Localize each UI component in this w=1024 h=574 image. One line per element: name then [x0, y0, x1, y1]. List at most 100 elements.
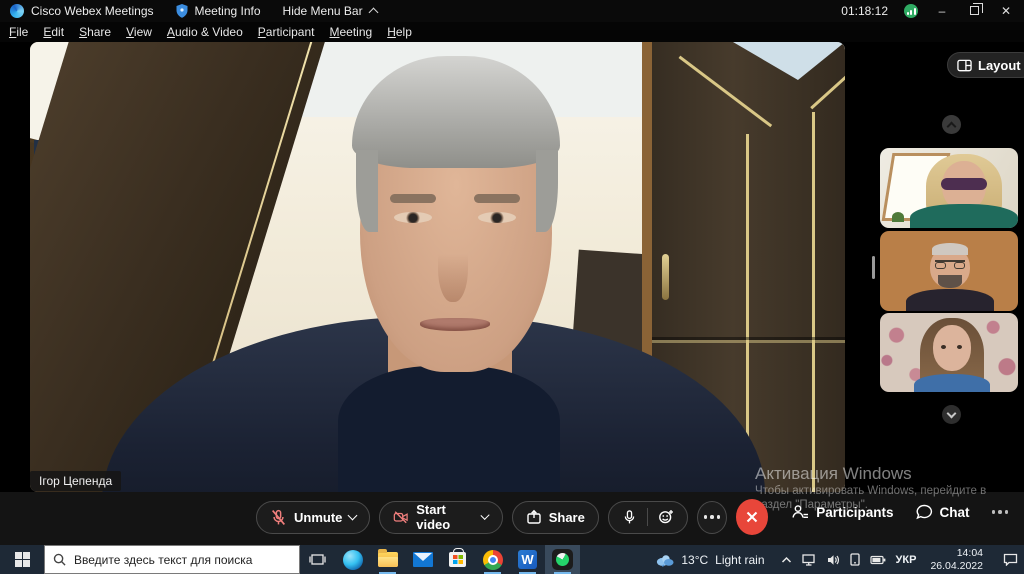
menu-help[interactable]: Help [387, 25, 412, 39]
webex-icon [552, 549, 573, 570]
task-view-icon [309, 552, 326, 567]
window-titlebar: Cisco Webex Meetings Meeting Info Hide M… [0, 0, 1024, 22]
participant-thumbnail-2[interactable] [880, 231, 1018, 311]
speaker-turtleneck [338, 366, 560, 492]
unmute-options-chevron-icon[interactable] [348, 511, 358, 521]
unmute-label: Unmute [294, 510, 342, 525]
weather-desc: Light rain [715, 553, 764, 567]
menu-meeting[interactable]: Meeting [330, 25, 373, 39]
taskbar-search-box[interactable] [44, 545, 300, 574]
meeting-control-bar: Unmute Start video Share [0, 492, 1024, 545]
recorder-microphone-icon[interactable] [622, 509, 637, 525]
action-center-icon[interactable] [1003, 553, 1018, 566]
close-button[interactable]: ✕ [998, 4, 1014, 18]
participant-thumbnail-3[interactable] [880, 313, 1018, 392]
language-indicator[interactable]: УКР [896, 554, 917, 566]
reactions-smiley-icon[interactable] [658, 509, 674, 525]
chat-label: Chat [940, 505, 970, 520]
speaker-eyebrow-left [390, 194, 436, 203]
thumbnails-scroll-down-button[interactable] [942, 405, 961, 424]
edge-icon [343, 550, 363, 570]
chat-bubble-icon [916, 504, 933, 520]
panel-more-options-button[interactable] [992, 510, 1009, 514]
taskbar-edge[interactable] [335, 545, 370, 574]
windows-taskbar: W 13°C Light rain УКР [0, 545, 1024, 574]
taskbar-file-explorer[interactable] [370, 545, 405, 574]
chrome-icon [483, 550, 503, 570]
mail-icon [413, 552, 433, 567]
wardrobe-handle [662, 254, 669, 300]
volume-icon[interactable] [827, 554, 840, 566]
connection-quality-icon [904, 4, 918, 18]
thumbnail1-person-top [910, 204, 1018, 228]
share-label: Share [549, 510, 585, 525]
hide-menu-bar-button[interactable]: Hide Menu Bar [283, 4, 377, 18]
menu-participant[interactable]: Participant [258, 25, 315, 39]
more-options-button[interactable] [697, 501, 727, 534]
video-options-chevron-icon[interactable] [481, 511, 490, 520]
menu-view[interactable]: View [126, 25, 152, 39]
speaker-eye-right [478, 212, 516, 223]
clock[interactable]: 14:04 26.04.2022 [930, 547, 983, 572]
share-button[interactable]: Share [512, 501, 599, 534]
menu-bar: File Edit Share View Audio & Video Parti… [0, 22, 1024, 42]
restore-button[interactable] [966, 4, 982, 18]
speaker-eye-left [394, 212, 432, 223]
thumbnail-scrollbar[interactable] [872, 256, 875, 279]
taskbar-mail[interactable] [405, 545, 440, 574]
menu-file[interactable]: File [9, 25, 28, 39]
start-button[interactable] [0, 545, 44, 574]
menu-audio-video[interactable]: Audio & Video [167, 25, 243, 39]
hide-menu-bar-label: Hide Menu Bar [283, 4, 363, 18]
device-icon[interactable] [850, 553, 860, 566]
taskbar-chrome[interactable] [475, 545, 510, 574]
start-video-button[interactable]: Start video [379, 501, 502, 534]
webex-logo-icon [10, 4, 24, 18]
task-view-button[interactable] [300, 545, 335, 574]
layout-button-label: Layout [978, 58, 1021, 73]
search-input[interactable] [74, 553, 274, 567]
ellipsis-icon [704, 515, 721, 519]
taskbar-store[interactable] [440, 545, 475, 574]
meeting-timer: 01:18:12 [841, 4, 888, 18]
audio-reactions-group [608, 501, 688, 534]
search-icon [53, 553, 66, 566]
participants-button[interactable]: Participants [792, 504, 893, 520]
tray-expand-chevron[interactable] [781, 556, 792, 564]
thumbnail2-beard [938, 275, 962, 288]
participants-icon [792, 504, 809, 520]
taskbar-word[interactable]: W [510, 545, 545, 574]
thumbnails-scroll-up-button[interactable] [942, 115, 961, 134]
windows-logo-icon [15, 552, 30, 567]
layout-button[interactable]: Layout [947, 52, 1024, 78]
camera-muted-icon [393, 509, 409, 525]
menu-share[interactable]: Share [79, 25, 111, 39]
taskbar-weather[interactable]: 13°C Light rain [655, 553, 764, 567]
weather-cloud-icon [655, 553, 674, 567]
thumbnail2-person-top [906, 289, 994, 311]
battery-icon[interactable] [870, 555, 886, 565]
leave-meeting-button[interactable] [736, 499, 768, 535]
menu-edit[interactable]: Edit [43, 25, 64, 39]
meeting-info-button[interactable]: Meeting Info [176, 4, 261, 18]
thumbnail1-sunglasses [941, 178, 987, 190]
meeting-info-label: Meeting Info [195, 4, 261, 18]
taskbar-webex-active[interactable] [545, 545, 580, 574]
layout-grid-icon [957, 59, 972, 72]
clock-date: 26.04.2022 [930, 560, 983, 572]
microsoft-store-icon [449, 552, 466, 567]
meeting-stage: Ігор Цепенда Layout [0, 42, 1024, 492]
network-icon[interactable] [802, 554, 817, 566]
chat-button[interactable]: Chat [916, 504, 970, 520]
minimize-button[interactable]: – [934, 4, 950, 18]
unmute-button[interactable]: Unmute [256, 501, 370, 534]
word-icon: W [518, 550, 537, 569]
thumbnail3-person-top [914, 374, 990, 392]
share-screen-icon [526, 509, 542, 525]
speaker-mouth [420, 318, 490, 331]
speaker-eyebrow-right [474, 194, 520, 203]
shield-icon [176, 4, 188, 18]
app-title: Cisco Webex Meetings [31, 4, 154, 18]
weather-temp: 13°C [681, 553, 708, 567]
participant-thumbnail-1[interactable] [880, 148, 1018, 228]
